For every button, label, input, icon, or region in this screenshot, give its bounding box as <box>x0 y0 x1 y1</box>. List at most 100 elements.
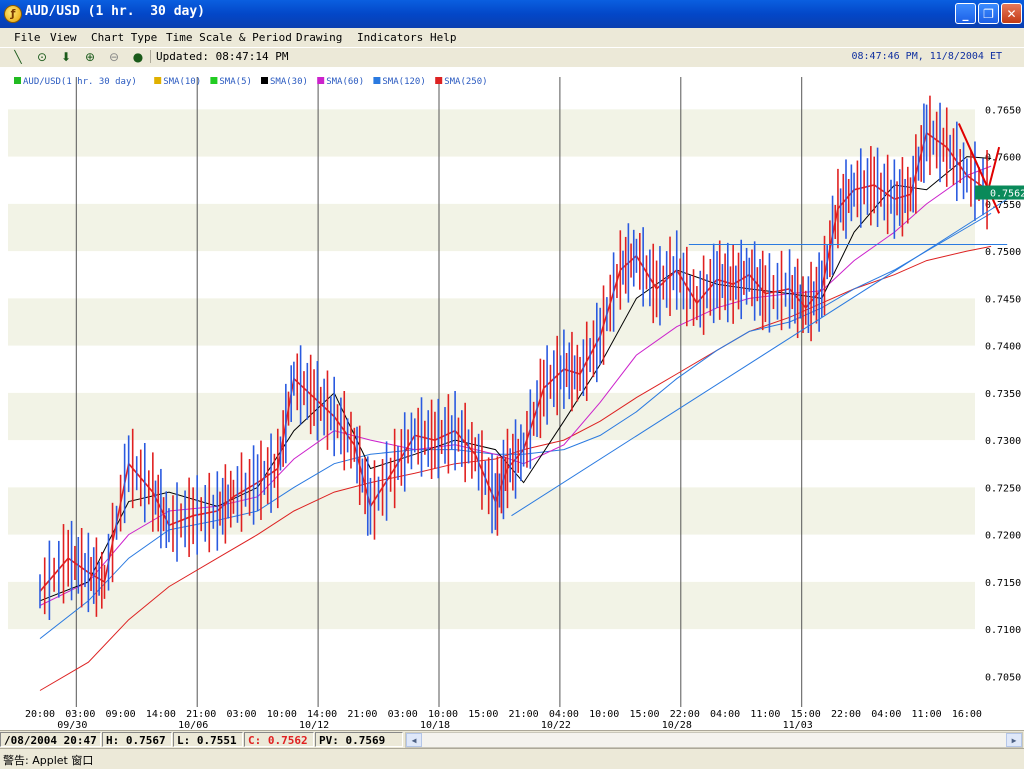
restore-icon: ❐ <box>983 7 994 21</box>
toolbar: ╲ ⊙ ⬇ ⊕ ⊖ ● Updated: 08:47:14 PM 08:47:4… <box>0 47 1024 68</box>
date-tick-label: 09/30 <box>57 720 87 730</box>
minimize-icon: _ <box>962 7 969 21</box>
date-tick-label: 10/28 <box>662 720 692 730</box>
date-tick-label: 11/03 <box>783 720 813 730</box>
legend-swatch <box>154 77 162 84</box>
time-tick-label: 10:00 <box>589 709 619 720</box>
chart-area[interactable]: 0.7650 0.7600 0.7550 0.7500 0.7450 0.7400 0.73… <box>0 67 1024 731</box>
time-tick-label: 11:00 <box>750 709 780 720</box>
legend-swatch <box>435 77 443 84</box>
price-tick-label: 0.7400 <box>985 342 1021 353</box>
time-tick-label: 15:00 <box>629 709 659 720</box>
time-tick-label: 04:00 <box>549 709 579 720</box>
date-tick-label: 10/06 <box>178 720 208 730</box>
status-close: C: 0.7562 <box>244 732 314 747</box>
legend-swatch <box>261 77 268 84</box>
menu-time-scale[interactable]: Time Scale & Period <box>166 31 292 44</box>
legend-label: AUD/USD(1 hr. 30 day) <box>23 77 137 87</box>
menu-help[interactable]: Help <box>430 31 457 44</box>
grid-band <box>8 392 975 441</box>
price-tick-label: 0.7200 <box>985 531 1021 542</box>
status-bar: /08/2004 20:47 H: 0.7567 L: 0.7551 C: 0.… <box>0 730 1024 749</box>
price-tick-label: 0.7650 <box>985 105 1021 116</box>
time-tick-label: 14:00 <box>307 709 337 720</box>
menu-file[interactable]: File <box>14 31 41 44</box>
close-button[interactable]: ✕ <box>1001 3 1022 24</box>
legend-label: SMA(5) <box>219 77 252 87</box>
price-tick-label: 0.7350 <box>985 389 1021 400</box>
price-marker-label: 0.7562 <box>990 189 1024 200</box>
time-tick-label: 22:00 <box>831 709 861 720</box>
grid-band <box>8 581 975 630</box>
zoom-out-icon[interactable]: ⊖ <box>105 49 123 65</box>
price-tick-label: 0.7100 <box>985 625 1021 636</box>
horizontal-scrollbar[interactable]: ◀ ▶ <box>405 732 1023 748</box>
maximize-button[interactable]: ❐ <box>978 3 999 24</box>
status-low: L: 0.7551 <box>173 732 243 747</box>
time-tick-label: 21:00 <box>186 709 216 720</box>
price-chart[interactable]: 0.76500.76000.75500.75000.74500.74000.73… <box>0 67 1024 731</box>
price-tick-label: 0.7450 <box>985 294 1021 305</box>
color-icon[interactable]: ● <box>129 49 147 65</box>
price-tick-label: 0.7050 <box>985 672 1021 683</box>
legend-label: SMA(60) <box>326 77 364 87</box>
time-tick-label: 04:00 <box>710 709 740 720</box>
time-tick-label: 11:00 <box>912 709 942 720</box>
time-tick-label: 03:00 <box>226 709 256 720</box>
clock: 08:47:46 PM, 11/8/2004 ET <box>851 51 1002 62</box>
time-tick-label: 22:00 <box>670 709 700 720</box>
status-pv: PV: 0.7569 <box>315 732 403 747</box>
grid-band <box>8 109 975 157</box>
grid-band <box>8 298 975 346</box>
time-tick-label: 10:00 <box>428 709 458 720</box>
date-tick-label: 10/18 <box>420 720 450 730</box>
menu-view[interactable]: View <box>50 31 77 44</box>
price-tick-label: 0.7500 <box>985 247 1021 258</box>
legend-swatch <box>373 77 381 84</box>
price-tick-label: 0.7300 <box>985 436 1021 447</box>
legend-swatch <box>14 77 21 84</box>
arrow-down-icon[interactable]: ⬇ <box>57 49 75 65</box>
price-tick-label: 0.7250 <box>985 483 1021 494</box>
legend-label: SMA(10) <box>163 77 201 87</box>
time-tick-label: 21:00 <box>347 709 377 720</box>
title-bar[interactable]: ƒ AUD/USD (1 hr. 30 day) _ ❐ ✕ <box>0 0 1024 28</box>
date-tick-label: 10/22 <box>541 720 571 730</box>
time-tick-label: 03:00 <box>65 709 95 720</box>
time-tick-label: 21:00 <box>509 709 539 720</box>
time-tick-label: 16:00 <box>952 709 982 720</box>
time-tick-label: 15:00 <box>791 709 821 720</box>
menu-indicators[interactable]: Indicators <box>357 31 423 44</box>
time-tick-label: 03:00 <box>388 709 418 720</box>
menu-bar: File View Chart Type Time Scale & Period… <box>0 28 1024 47</box>
legend-label: SMA(250) <box>444 77 487 87</box>
legend-swatch <box>210 77 218 84</box>
time-tick-label: 10:00 <box>267 709 297 720</box>
status-datetime: /08/2004 20:47 <box>0 732 101 747</box>
time-tick-label: 04:00 <box>871 709 901 720</box>
crosshair-icon[interactable]: ⊙ <box>33 49 51 65</box>
scroll-left-icon[interactable]: ◀ <box>406 733 422 747</box>
window-title: AUD/USD (1 hr. 30 day) <box>25 4 206 19</box>
app-icon: ƒ <box>4 5 22 23</box>
scroll-right-icon[interactable]: ▶ <box>1006 733 1022 747</box>
line-draw-icon[interactable]: ╲ <box>9 49 27 65</box>
menu-drawing[interactable]: Drawing <box>296 31 342 44</box>
price-tick-label: 0.7150 <box>985 578 1021 589</box>
date-tick-label: 10/12 <box>299 720 329 730</box>
zoom-in-icon[interactable]: ⊕ <box>81 49 99 65</box>
menu-chart-type[interactable]: Chart Type <box>91 31 157 44</box>
time-tick-label: 09:00 <box>106 709 136 720</box>
status-high: H: 0.7567 <box>102 732 172 747</box>
time-tick-label: 20:00 <box>25 709 55 720</box>
minimize-button[interactable]: _ <box>955 3 976 24</box>
close-icon: ✕ <box>1006 7 1017 21</box>
legend-label: SMA(30) <box>270 77 308 87</box>
time-tick-label: 14:00 <box>146 709 176 720</box>
legend-label: SMA(120) <box>382 77 425 87</box>
legend-swatch <box>317 77 325 84</box>
updated-time: Updated: 08:47:14 PM <box>150 50 288 63</box>
applet-warning: 警告: Applet 窗口 <box>3 754 94 767</box>
time-tick-label: 15:00 <box>468 709 498 720</box>
applet-warning-bar: 警告: Applet 窗口 <box>0 748 1024 769</box>
